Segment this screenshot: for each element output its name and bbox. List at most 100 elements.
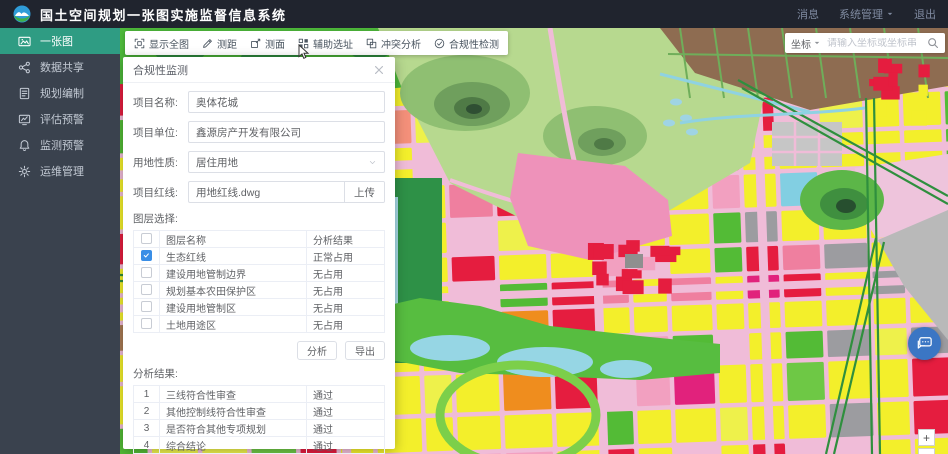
toolbar-button-label: 辅助选址: [313, 36, 353, 51]
dialog-form: 项目名称: 项目单位: 用地性质:居住用地项目红线: 上传: [133, 91, 385, 203]
layer-checkbox[interactable]: [141, 284, 152, 295]
field-label: 项目名称:: [133, 95, 188, 110]
result-value: 通过: [307, 403, 385, 420]
map-zoom-controls: + −: [918, 429, 935, 454]
field-red-line: 项目红线: 上传: [133, 181, 385, 203]
sidebar-item-label: 评估预警: [40, 111, 84, 127]
layer-row[interactable]: 生态红线正常占用: [134, 248, 385, 265]
sidebar-item-label: 运维管理: [40, 163, 84, 179]
result-no: 3: [134, 420, 160, 437]
app-title: 国土空间规划一张图实施监督信息系统: [40, 5, 287, 24]
land-use-select[interactable]: 居住用地: [188, 151, 385, 173]
sidebar-item-label: 一张图: [40, 33, 73, 49]
layer-checkbox[interactable]: [141, 233, 152, 244]
layer-result: 无占用: [307, 282, 385, 299]
caret-down-icon: [813, 39, 821, 47]
chat-fab-button[interactable]: [908, 327, 941, 360]
layer-name: 建设用地管制区: [160, 299, 307, 316]
toolbar-button-measure-distance[interactable]: 测距: [202, 36, 237, 51]
sidebar-item-ops-manage[interactable]: 运维管理: [0, 158, 120, 184]
result-no: 2: [134, 403, 160, 420]
analyze-button[interactable]: 分析: [297, 341, 337, 360]
site-select-icon: [298, 38, 309, 49]
layer-table-header: 图层名称: [160, 231, 307, 248]
red-line-file-wrap: [189, 182, 344, 202]
land-use-select-value: 居住用地: [196, 155, 238, 170]
result-no: 4: [134, 437, 160, 454]
coordinate-search: 坐标: [785, 33, 945, 53]
layer-row[interactable]: 建设用地管制区无占用: [134, 299, 385, 316]
caret-down-icon: [886, 10, 894, 18]
result-name: 其他控制线符合性审查: [160, 403, 307, 420]
field-land-use: 用地性质:居住用地: [133, 151, 385, 173]
result-name: 三线符合性审查: [160, 386, 307, 403]
layer-checkbox[interactable]: [141, 318, 152, 329]
layer-checkbox[interactable]: [141, 267, 152, 278]
map-toolbar: 显示全图测距 测面 辅助选址冲突分析合规性检测: [125, 31, 508, 55]
layer-row[interactable]: 建设用地管制边界无占用: [134, 265, 385, 282]
result-name: 综合结论: [160, 437, 307, 454]
zoom-in-button[interactable]: +: [918, 429, 935, 446]
toolbar-button-site-selection[interactable]: 辅助选址: [298, 36, 353, 51]
edit-doc-icon: [18, 87, 31, 100]
toolbar-button-label: 显示全图: [149, 36, 189, 51]
layer-row[interactable]: 规划基本农田保护区无占用: [134, 282, 385, 299]
chevron-down-icon: [368, 158, 377, 167]
dialog-body: 项目名称:项目单位:用地性质:居住用地项目红线:上传 图层选择: 图层名称分析结…: [123, 83, 395, 454]
search-category-select[interactable]: 坐标: [791, 36, 821, 51]
chat-icon: [915, 334, 934, 353]
result-row: 4综合结论通过: [134, 437, 385, 454]
dialog-title: 合规性监测: [133, 62, 188, 78]
result-row: 3是否符合其他专项规划通过: [134, 420, 385, 437]
toolbar-button-measure-area[interactable]: 测面: [250, 36, 285, 51]
project-unit-input[interactable]: [196, 126, 377, 138]
field-project-unit: 项目单位:: [133, 121, 385, 143]
toolbar-button-conflict-analysis[interactable]: 冲突分析: [366, 36, 421, 51]
export-button[interactable]: 导出: [345, 341, 385, 360]
dialog-actions: 分析导出: [133, 341, 385, 360]
area-icon: [250, 38, 261, 49]
result-row: 2其他控制线符合性审查通过: [134, 403, 385, 420]
red-line-file-input[interactable]: [196, 186, 337, 198]
field-label: 项目红线:: [133, 185, 188, 200]
gear-icon: [18, 165, 31, 178]
header-nav: 消息 系统管理 退出: [797, 6, 936, 22]
upload-button[interactable]: 上传: [344, 182, 384, 202]
project-unit-input-wrap: [188, 121, 385, 143]
bell-icon: [18, 139, 31, 152]
sidebar-item-one-map[interactable]: 一张图: [0, 28, 120, 54]
layer-result: 正常占用: [307, 248, 385, 265]
layer-name: 土地用途区: [160, 316, 307, 333]
result-section-label: 分析结果:: [133, 366, 385, 381]
layer-checkbox-cell: [134, 265, 160, 282]
layer-table-header: 分析结果: [307, 231, 385, 248]
header-nav-system-admin[interactable]: 系统管理: [839, 6, 894, 22]
result-no: 1: [134, 386, 160, 403]
layer-checkbox[interactable]: [141, 301, 152, 312]
toolbar-button-show-full-map[interactable]: 显示全图: [134, 36, 189, 51]
layer-table-header-row: 图层名称分析结果: [134, 231, 385, 248]
search-input[interactable]: [827, 38, 927, 49]
conflict-icon: [366, 38, 377, 49]
layer-table: 图层名称分析结果生态红线正常占用建设用地管制边界无占用规划基本农田保护区无占用建…: [133, 230, 385, 333]
layer-checkbox-cell: [134, 248, 160, 265]
sidebar-item-plan-compile[interactable]: 规划编制: [0, 80, 120, 106]
layer-name: 规划基本农田保护区: [160, 282, 307, 299]
sidebar-item-monitor-warn[interactable]: 监测预警: [0, 132, 120, 158]
sidebar-item-evaluate-warn[interactable]: 评估预警: [0, 106, 120, 132]
layer-row[interactable]: 土地用途区无占用: [134, 316, 385, 333]
toolbar-button-label: 测面: [265, 36, 285, 51]
project-name-input[interactable]: [196, 96, 377, 108]
field-label: 项目单位:: [133, 125, 188, 140]
header-nav-logout[interactable]: 退出: [914, 6, 936, 22]
close-icon[interactable]: [373, 64, 385, 76]
layer-result: 无占用: [307, 299, 385, 316]
sidebar-item-data-share[interactable]: 数据共享: [0, 54, 120, 80]
header-nav-messages[interactable]: 消息: [797, 6, 819, 22]
layer-checkbox-checked[interactable]: [141, 250, 152, 261]
toolbar-button-compliance-check[interactable]: 合规性检测: [434, 36, 499, 51]
layer-result: 无占用: [307, 316, 385, 333]
search-category-label: 坐标: [791, 36, 811, 51]
search-icon[interactable]: [927, 37, 939, 49]
zoom-out-button[interactable]: −: [918, 448, 935, 454]
